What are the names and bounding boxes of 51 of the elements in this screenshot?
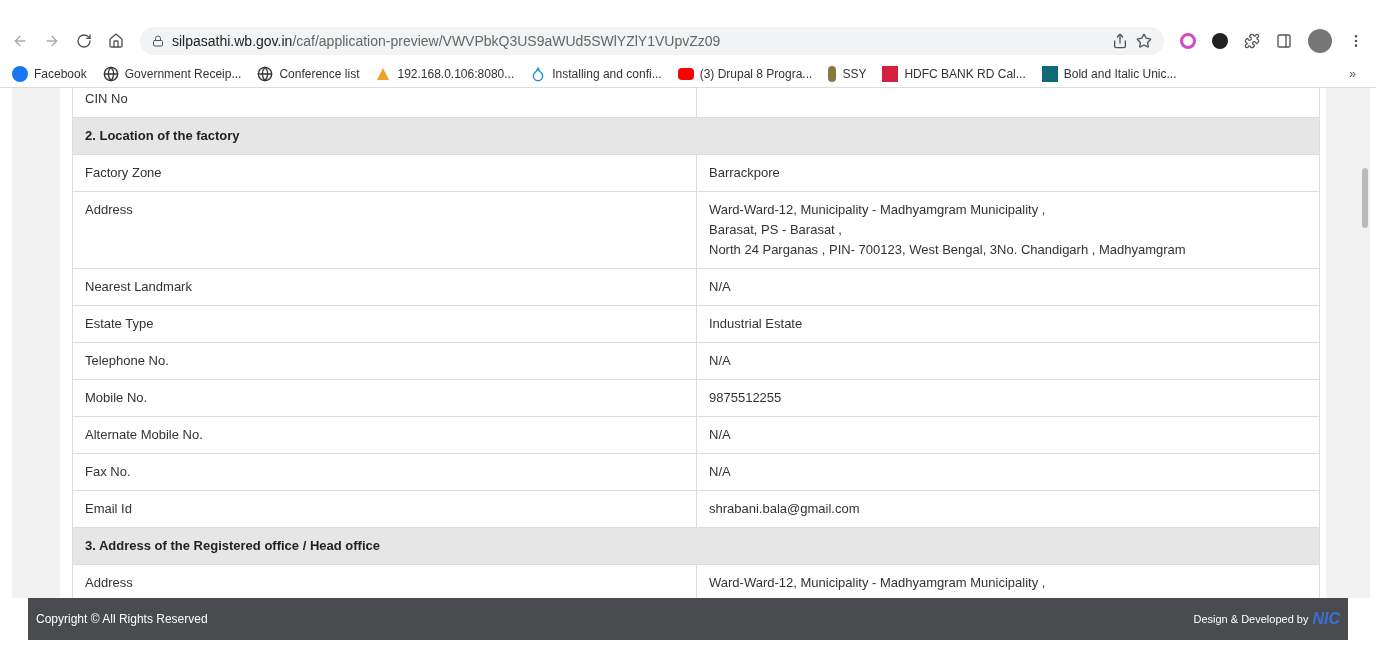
lock-icon [152, 35, 164, 47]
field-value: Barrackpore [709, 164, 781, 182]
globe-icon [257, 65, 274, 82]
profile-avatar[interactable] [1308, 29, 1332, 53]
field-label: Estate Type [85, 316, 154, 331]
url-text: silpasathi.wb.gov.in/caf/application-preview/VWVPbkQ3US9aWUd5SWlYZlY1VUpvZz09 [172, 31, 721, 51]
field-label: Mobile No. [85, 390, 148, 405]
field-label: Address [85, 202, 133, 217]
field-value: N/A [709, 352, 732, 370]
more-bookmarks-button[interactable]: » [1349, 64, 1364, 83]
bookmark-item[interactable]: Government Receip... [102, 64, 242, 83]
play-icon [677, 67, 694, 80]
field-label: Email Id [85, 501, 132, 516]
scrollbar-thumb[interactable] [1362, 168, 1368, 228]
section-heading: 3. Address of the Registered office / Head office [85, 538, 380, 554]
bookmark-item[interactable]: SSY [828, 64, 867, 83]
home-button[interactable] [108, 33, 124, 49]
credit-text: Design & Developed by [1193, 611, 1309, 627]
field-label: CIN No [85, 91, 128, 106]
field-value: Ward-Ward-12, Municipality - Madhyamgram Municipality , Barasat, PS - Barasat , North 24 Parganas , PIN- 700123, West Bengal, 3No. Chandigarh , Madhyamgram [709, 201, 1187, 259]
side-panel-icon[interactable] [1276, 33, 1292, 49]
extensions-icon[interactable] [1244, 33, 1260, 49]
bookmark-item[interactable]: Installing and confi... [530, 64, 662, 83]
field-value: Industrial Estate [709, 315, 804, 333]
bookmark-item[interactable]: Conference list [257, 64, 360, 83]
field-value: shrabani.bala@gmail.com [709, 500, 861, 518]
field-value: N/A [709, 426, 732, 444]
field-value: N/A [709, 278, 732, 296]
bookmark-item[interactable]: Bold and Italic Unic... [1041, 64, 1177, 83]
field-value: 9875512255 [709, 389, 783, 407]
nic-logo: NIC [1312, 609, 1340, 629]
share-icon[interactable] [1112, 33, 1128, 49]
field-label: Telephone No. [85, 353, 169, 368]
bookmark-item[interactable]: HDFC BANK RD Cal... [882, 64, 1026, 83]
bookmark-item[interactable]: 192.168.0.106:8080... [375, 64, 515, 83]
bookmark-star-icon[interactable] [1136, 33, 1152, 49]
field-label: Nearest Landmark [85, 279, 192, 294]
reload-button[interactable] [76, 33, 92, 49]
field-value: Ward-Ward-12, Municipality - Madhyamgram Municipality , [709, 574, 1047, 592]
field-label: Address [85, 575, 133, 590]
copyright-text: Copyright © All Rights Reserved [36, 611, 208, 628]
bookmark-item[interactable]: Facebook [12, 64, 87, 83]
field-label: Alternate Mobile No. [85, 427, 203, 442]
bookmark-item[interactable]: (3) Drupal 8 Progra... [677, 64, 813, 83]
field-label: Factory Zone [85, 165, 162, 180]
field-label: Fax No. [85, 464, 131, 479]
globe-icon [102, 65, 119, 82]
address-bar[interactable]: silpasathi.wb.gov.in/caf/application-preview/VWVPbkQ3US9aWUd5SWlYZlY1VUpvZz09 [140, 27, 1164, 55]
extension-icon[interactable] [1212, 33, 1228, 49]
section-heading: 2. Location of the factory [85, 128, 240, 144]
field-value: N/A [709, 463, 732, 481]
